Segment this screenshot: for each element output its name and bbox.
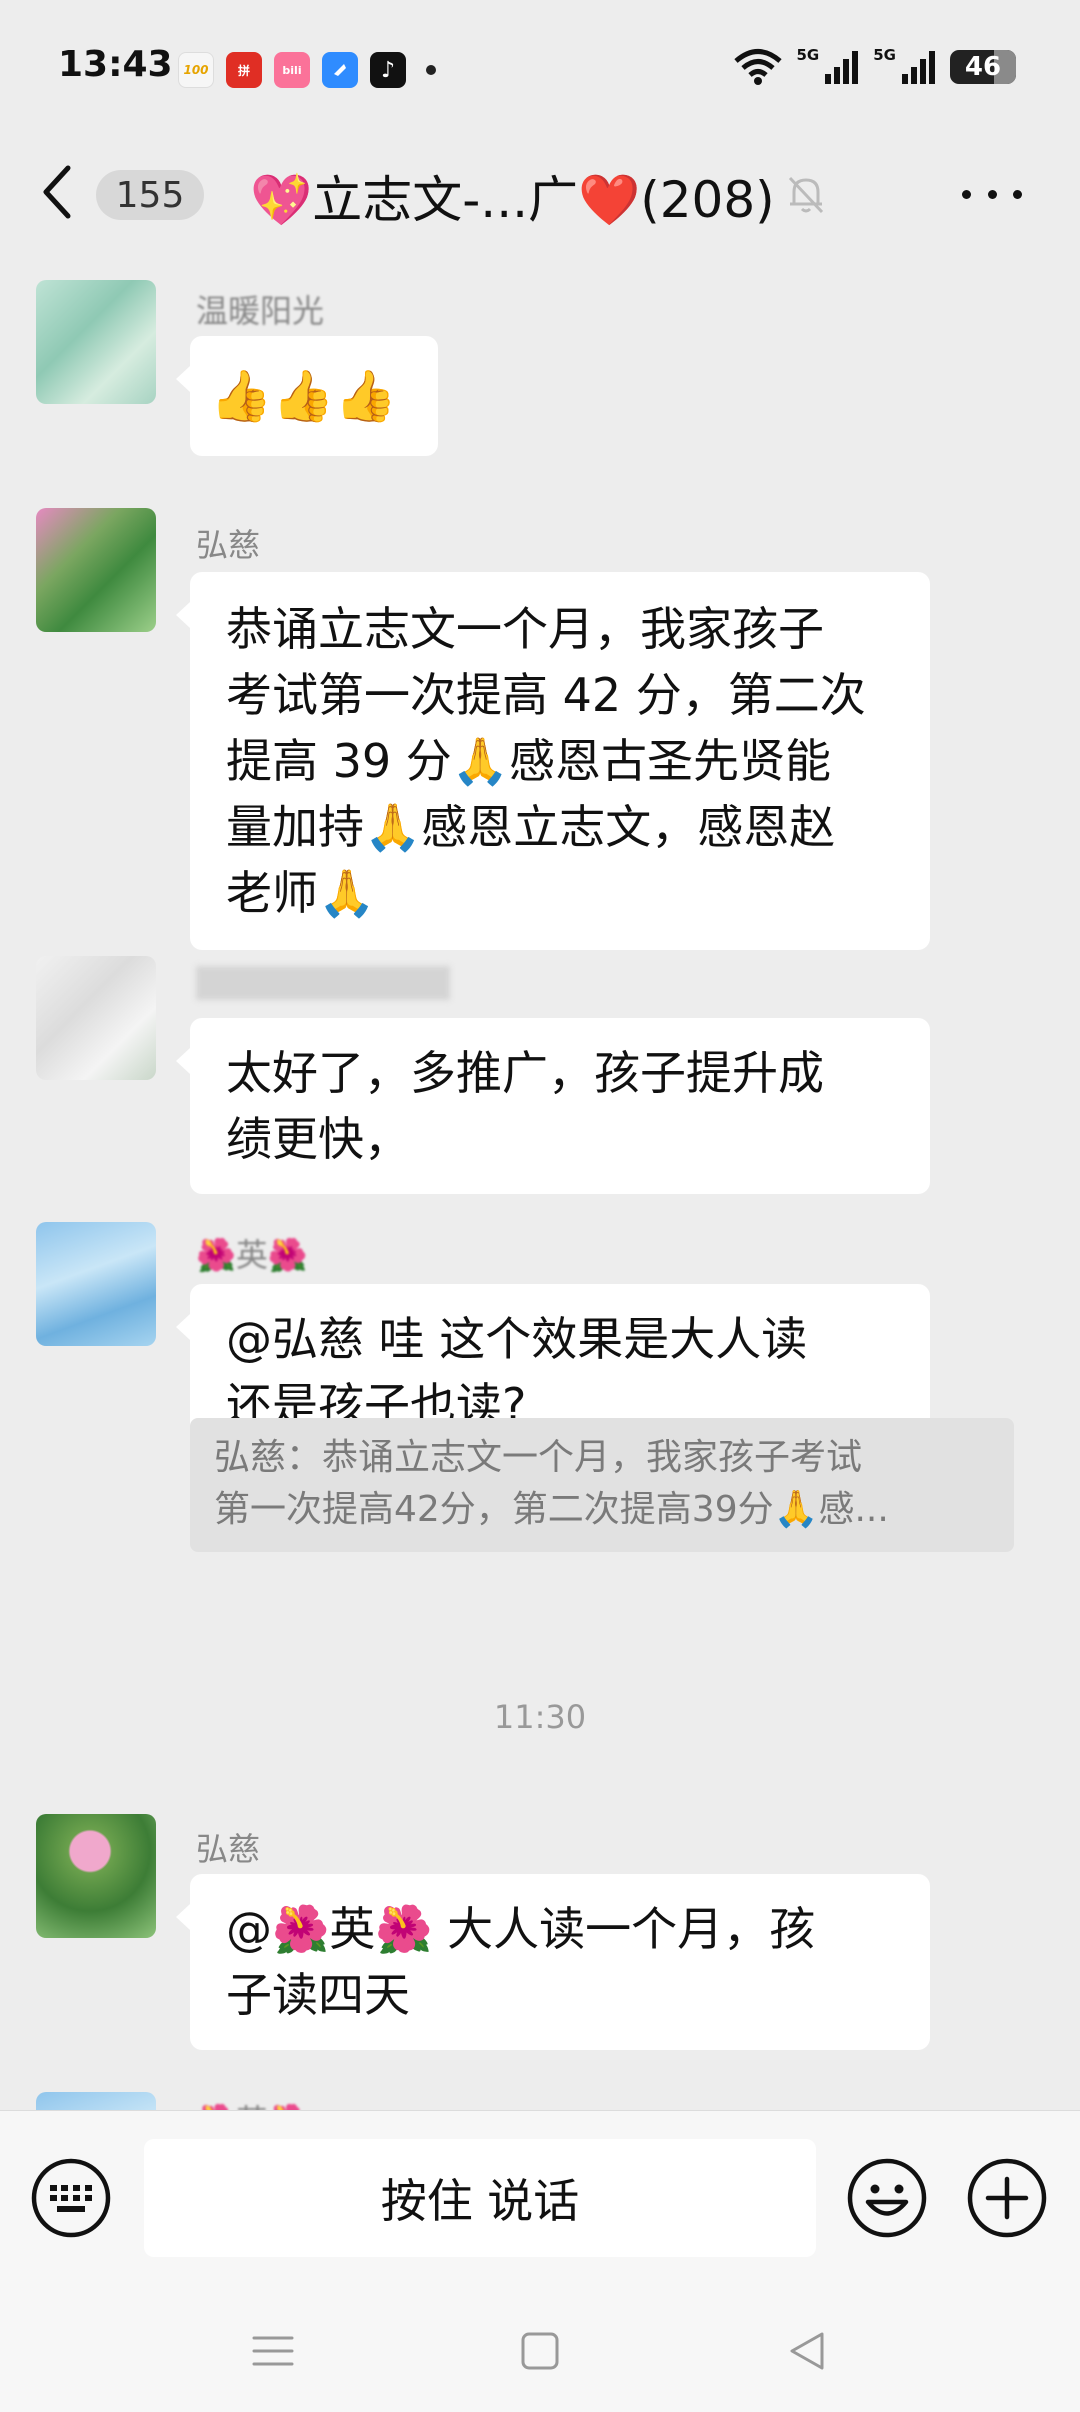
bilibili-label: bili	[282, 63, 302, 77]
pinduoduo-icon: 拼	[226, 52, 262, 88]
network-type-2: 5G	[873, 46, 896, 64]
sender-name: 🌺英🌺	[196, 2096, 308, 2110]
sender-name: 弘慈	[196, 526, 261, 564]
pinduoduo-label: 拼	[237, 63, 250, 78]
sender-name-redacted	[196, 966, 450, 1000]
avatar[interactable]	[36, 508, 156, 632]
message-bubble[interactable]: 👍👍👍	[176, 336, 438, 456]
unread-count-badge[interactable]: 155	[96, 170, 204, 220]
message-line: 提高 39 分🙏感恩古圣先贤能	[226, 734, 832, 788]
system-navigation-bar	[0, 2286, 1080, 2412]
sender-name: 🌺英🌺	[196, 1236, 308, 1274]
tiktok-icon: ♪	[370, 52, 406, 88]
quoted-message[interactable]: 弘慈：恭诵立志文一个月，我家孩子考试 第一次提高42分，第二次提高39分🙏感..…	[190, 1418, 1014, 1552]
wifi-icon	[733, 49, 782, 85]
message-bubble[interactable]: 太好了，多推广，孩子提升成 绩更快，	[176, 1018, 930, 1194]
app-100-label: 100	[183, 63, 209, 77]
app-100-icon: 100	[178, 52, 214, 88]
tiktok-label: ♪	[380, 57, 396, 83]
status-time: 13:43	[58, 44, 173, 85]
back-nav-icon[interactable]	[782, 2326, 832, 2376]
message-line: 绩更快，	[226, 1112, 410, 1166]
wechat-group-chat-screen: 13:43 100 拼 bili ♪ 5G 5G 46 155 💖立志文-...…	[0, 0, 1080, 2412]
chat-input-bar: 按住 说话	[0, 2110, 1080, 2286]
more-notifications-dot	[426, 65, 436, 75]
network-type-1: 5G	[796, 46, 820, 64]
avatar[interactable]	[36, 2092, 156, 2110]
chat-title[interactable]: 💖立志文-...广❤️(208)	[250, 160, 775, 232]
quote-line: 弘慈：恭诵立志文一个月，我家孩子考试	[214, 1437, 863, 1478]
battery-indicator: 46	[950, 50, 1016, 84]
message-bubble[interactable]: 恭诵立志文一个月，我家孩子 考试第一次提高 42 分，第二次 提高 39 分🙏感…	[176, 572, 930, 950]
menu-nav-icon[interactable]	[248, 2326, 298, 2376]
message-bubble[interactable]: @🌺英🌺 大人读一个月，孩 子读四天	[176, 1874, 930, 2050]
keyboard-icon[interactable]	[30, 2157, 112, 2239]
chevron-left-icon	[43, 165, 71, 219]
plus-icon[interactable]	[966, 2157, 1048, 2239]
bilibili-icon: bili	[274, 52, 310, 88]
avatar[interactable]	[36, 280, 156, 404]
message-text: 👍👍👍	[210, 367, 397, 425]
hold-to-talk-button[interactable]: 按住 说话	[144, 2139, 816, 2257]
more-options-button[interactable]	[962, 170, 1022, 218]
message-line: @🌺英🌺 大人读一个月，孩	[226, 1902, 816, 1956]
message-line: @弘慈 哇 这个效果是大人读	[226, 1312, 808, 1366]
signal-icon-2	[902, 51, 935, 84]
message-line: 子读四天	[226, 1968, 410, 2022]
avatar[interactable]	[36, 1222, 156, 1346]
blue-app-icon	[322, 52, 358, 88]
sender-name: 温暖阳光	[196, 292, 325, 330]
status-bar: 13:43 100 拼 bili ♪ 5G 5G 46	[0, 0, 1080, 130]
avatar[interactable]	[36, 956, 156, 1080]
status-indicators: 5G 5G 46	[733, 46, 1016, 86]
back-button[interactable]	[40, 162, 90, 222]
avatar[interactable]	[36, 1814, 156, 1938]
message-line: 恭诵立志文一个月，我家孩子	[226, 602, 824, 656]
signal-icon-1	[825, 51, 859, 84]
message-line: 太好了，多推广，孩子提升成	[226, 1046, 824, 1100]
chat-header: 155 💖立志文-...广❤️(208)	[0, 130, 1080, 256]
battery-level: 46	[964, 52, 1002, 82]
status-app-icons: 100 拼 bili ♪	[178, 52, 436, 88]
muted-bell-icon	[788, 176, 824, 214]
time-separator: 11:30	[493, 1698, 587, 1736]
message-line: 老师🙏	[226, 866, 376, 920]
sender-name: 弘慈	[196, 1830, 261, 1868]
message-line: 考试第一次提高 42 分，第二次	[226, 668, 866, 722]
home-nav-icon[interactable]	[515, 2326, 565, 2376]
message-list[interactable]: 温暖阳光 👍👍👍 弘慈 恭诵立志文一个月，我家孩子 考试第一次提高 42 分，第…	[0, 256, 1080, 2110]
message-line: 量加持🙏感恩立志文，感恩赵	[226, 800, 836, 854]
emoji-icon[interactable]	[846, 2157, 928, 2239]
quote-line: 第一次提高42分，第二次提高39分🙏感...	[214, 1489, 889, 1530]
